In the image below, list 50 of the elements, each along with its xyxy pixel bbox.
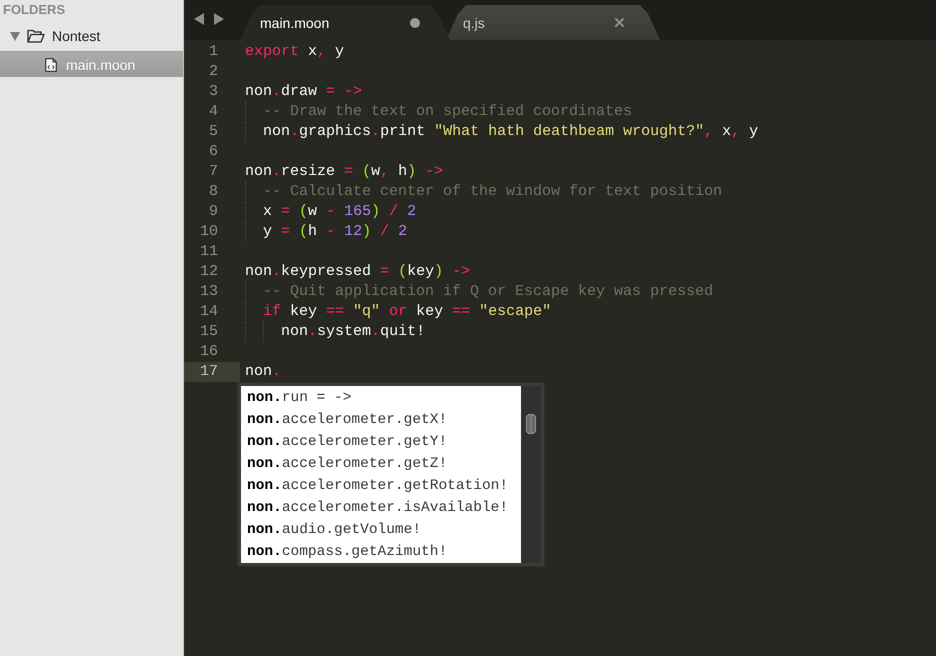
line-number: 11 xyxy=(200,243,218,260)
tab[interactable]: q.js xyxy=(446,5,660,40)
line-number: 5 xyxy=(208,123,218,140)
tree-item[interactable]: Nontest xyxy=(0,23,183,49)
autocomplete-item[interactable]: non.audio.getVolume! xyxy=(241,519,422,541)
line-number: 7 xyxy=(208,163,218,180)
code-line: y = (h - 12) / 2 xyxy=(263,222,408,242)
code-line: -- Quit application if Q or Escape key was pressed xyxy=(263,282,714,302)
code-line: x = (w - 165) / 2 xyxy=(263,202,416,222)
line-number: 3 xyxy=(208,83,218,100)
line-number: 4 xyxy=(208,103,218,120)
autocomplete-item[interactable]: non.compass.getAzimuth! xyxy=(241,541,448,563)
line-number: 6 xyxy=(208,143,218,160)
autocomplete-item[interactable]: non.accelerometer.isAvailable! xyxy=(241,497,508,519)
code-line: non. xyxy=(245,362,282,382)
line-number: 10 xyxy=(200,223,218,240)
scrollbar-thumb[interactable] xyxy=(526,414,536,434)
line-number: 2 xyxy=(208,63,218,80)
autocomplete-item[interactable]: non.accelerometer.getX! xyxy=(241,409,448,431)
line-number: 16 xyxy=(200,343,218,360)
tab[interactable]: main.moon xyxy=(240,5,450,40)
code-line: non.resize = (w, h) -> xyxy=(245,162,444,182)
autocomplete-item[interactable]: non.accelerometer.getY! xyxy=(241,431,448,453)
line-number: 14 xyxy=(200,303,218,320)
line-number: 17 xyxy=(200,363,218,380)
autocomplete-item[interactable]: non.accelerometer.getRotation! xyxy=(241,475,508,497)
code-file-icon xyxy=(45,58,57,72)
line-number: 15 xyxy=(200,323,218,340)
code-line: -- Draw the text on specified coordinates xyxy=(263,102,632,122)
line-number: 9 xyxy=(208,203,218,220)
code-line: non.graphics.print "What hath deathbeam wrought?", x, y xyxy=(263,122,758,142)
autocomplete-item[interactable]: non.accelerometer.getZ! xyxy=(241,453,448,475)
line-number: 13 xyxy=(200,283,218,300)
disclosure-triangle-icon[interactable] xyxy=(10,31,20,41)
autocomplete-item[interactable]: non.run = -> xyxy=(241,387,352,409)
line-number: 8 xyxy=(208,183,218,200)
code-editor[interactable] xyxy=(184,40,936,656)
code-line: non.draw = -> xyxy=(245,82,362,102)
line-number: 12 xyxy=(200,263,218,280)
code-line: if key == "q" or key == "escape" xyxy=(263,302,552,322)
code-line: export x, y xyxy=(245,42,344,62)
line-number: 1 xyxy=(208,43,218,60)
forward-arrow-icon[interactable] xyxy=(214,13,224,25)
code-line: non.keypressed = (key) -> xyxy=(245,262,470,282)
sidebar-title: FOLDERS xyxy=(2,1,66,19)
code-line: -- Calculate center of the window for text position xyxy=(263,182,722,202)
close-icon[interactable] xyxy=(615,18,624,27)
code-line: non.system.quit! xyxy=(281,322,426,342)
open-folder-icon xyxy=(27,29,45,43)
back-arrow-icon[interactable] xyxy=(194,13,204,25)
